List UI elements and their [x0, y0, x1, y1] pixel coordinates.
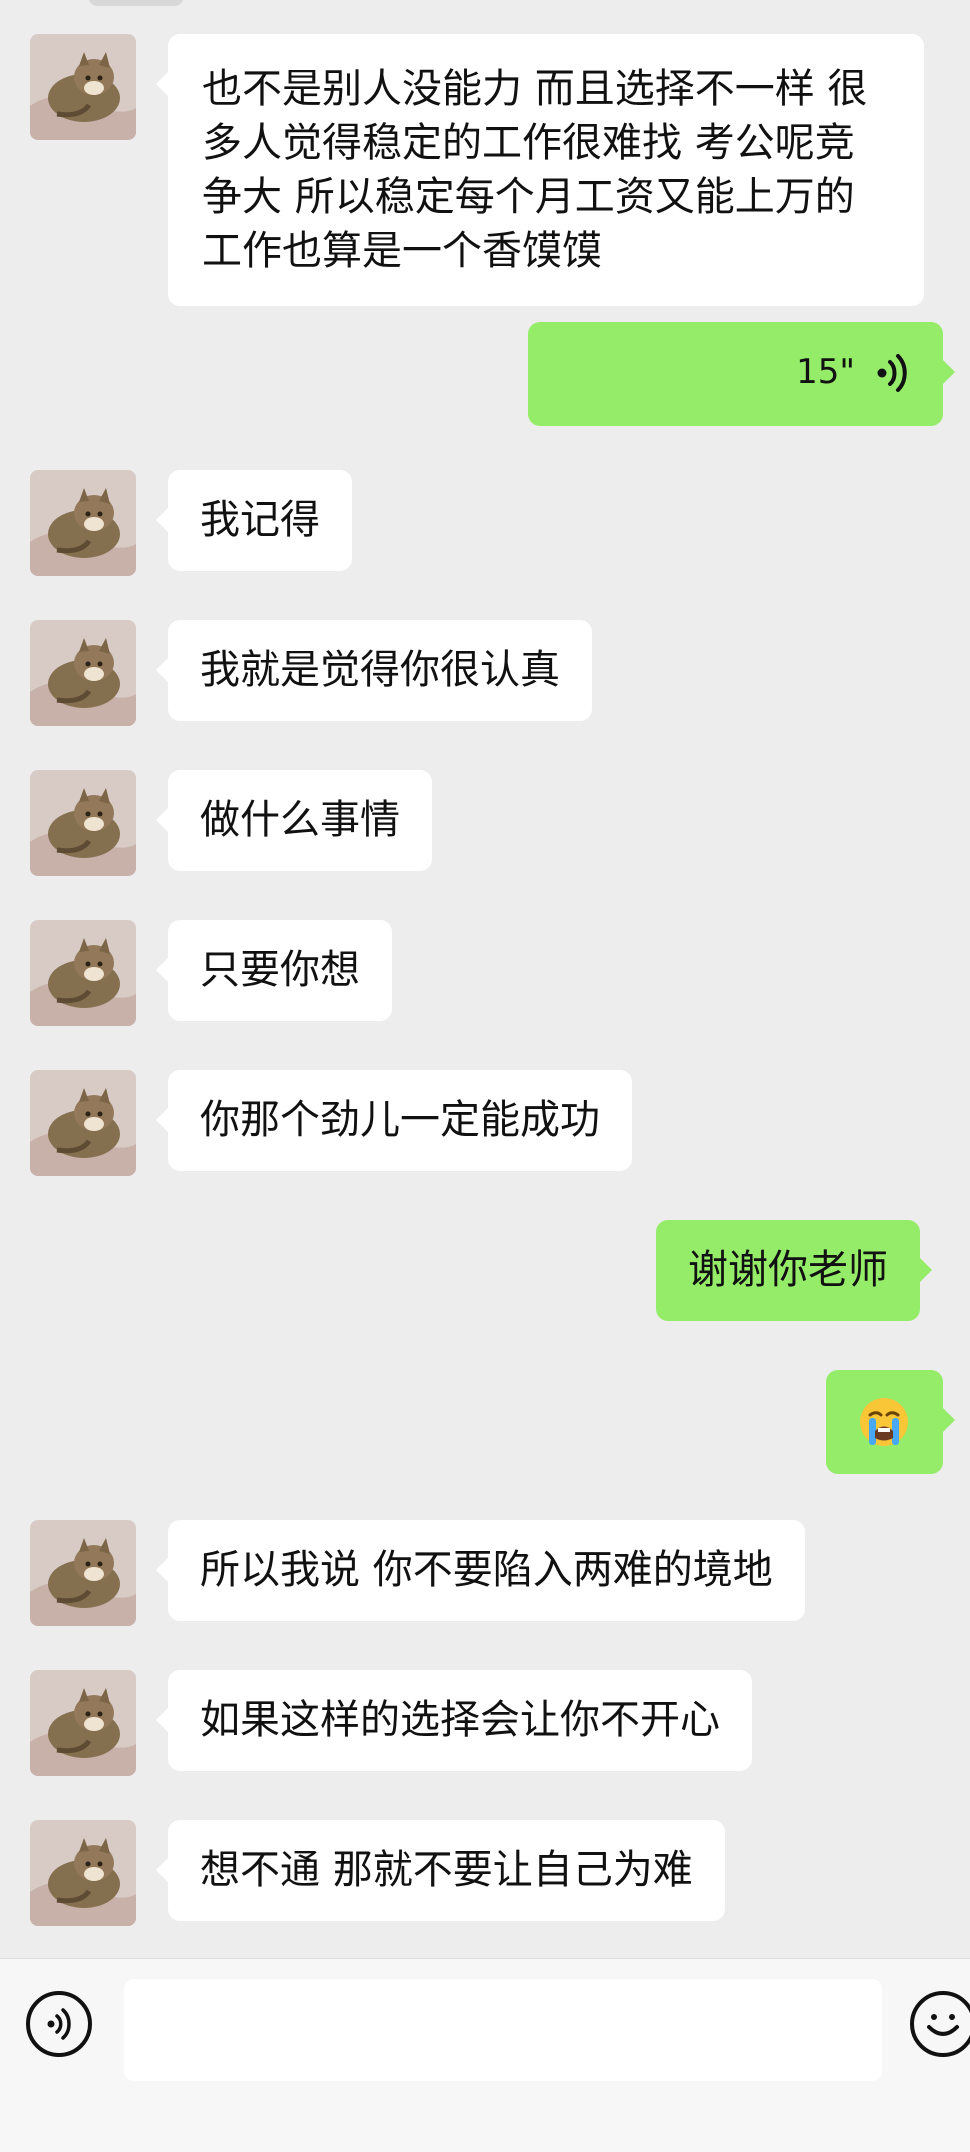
message-input[interactable]: [124, 1979, 882, 2081]
chat-history[interactable]: 也不是别人没能力 而且选择不一样 很多人觉得稳定的工作很难找 考公呢竞争大 所以…: [0, 0, 970, 1958]
voice-input-icon: [47, 2008, 71, 2040]
message-text: 我记得: [200, 497, 320, 543]
contact-avatar[interactable]: [30, 1070, 136, 1176]
contact-avatar[interactable]: [30, 1670, 136, 1776]
message-text: 我就是觉得你很认真: [200, 647, 560, 693]
incoming-message-bubble[interactable]: 做什么事情: [156, 770, 432, 871]
contact-avatar[interactable]: [30, 1520, 136, 1626]
loudly-crying-face-icon: [860, 1398, 908, 1446]
outgoing-emoji-message[interactable]: [826, 1370, 955, 1474]
top-scroll-hint: [88, 0, 184, 6]
incoming-message-bubble[interactable]: 我就是觉得你很认真: [156, 620, 592, 721]
voice-input-button[interactable]: [26, 1991, 92, 2057]
voice-wave-icon: [877, 353, 907, 392]
cat-avatar-image: [30, 1670, 136, 1776]
contact-avatar[interactable]: [30, 34, 136, 140]
outgoing-message-bubble[interactable]: 谢谢你老师: [656, 1220, 932, 1321]
incoming-message-bubble[interactable]: 我记得: [156, 470, 352, 571]
incoming-message-bubble[interactable]: 也不是别人没能力 而且选择不一样 很多人觉得稳定的工作很难找 考公呢竞争大 所以…: [156, 34, 924, 306]
contact-avatar[interactable]: [30, 470, 136, 576]
cat-avatar-image: [30, 34, 136, 140]
incoming-message-bubble[interactable]: 你那个劲儿一定能成功: [156, 1070, 632, 1171]
emoji-icon: [927, 2014, 959, 2036]
message-text: 想不通 那就不要让自己为难: [200, 1847, 693, 1893]
cat-avatar-image: [30, 920, 136, 1026]
incoming-message-bubble[interactable]: 只要你想: [156, 920, 392, 1021]
incoming-message-bubble[interactable]: 如果这样的选择会让你不开心: [156, 1670, 752, 1771]
voice-duration: 15": [796, 352, 855, 392]
cat-avatar-image: [30, 1520, 136, 1626]
message-input-bar: [0, 1958, 970, 2152]
message-text: 如果这样的选择会让你不开心: [200, 1697, 720, 1743]
message-text: 谢谢你老师: [688, 1247, 888, 1293]
incoming-message-bubble[interactable]: 所以我说 你不要陷入两难的境地: [156, 1520, 805, 1621]
cat-avatar-image: [30, 620, 136, 726]
contact-avatar[interactable]: [30, 770, 136, 876]
message-text: 你那个劲儿一定能成功: [200, 1097, 600, 1143]
message-text: 做什么事情: [200, 797, 400, 843]
message-text: 也不是别人没能力 而且选择不一样 很多人觉得稳定的工作很难找 考公呢竞争大 所以…: [202, 66, 868, 274]
emoji-button[interactable]: [910, 1991, 970, 2057]
contact-avatar[interactable]: [30, 620, 136, 726]
message-text: 只要你想: [200, 947, 360, 993]
cat-avatar-image: [30, 470, 136, 576]
cat-avatar-image: [30, 1820, 136, 1926]
message-text: 所以我说 你不要陷入两难的境地: [200, 1547, 773, 1593]
incoming-message-bubble[interactable]: 想不通 那就不要让自己为难: [156, 1820, 725, 1921]
cat-avatar-image: [30, 1070, 136, 1176]
contact-avatar[interactable]: [30, 920, 136, 1026]
cat-avatar-image: [30, 770, 136, 876]
outgoing-voice-message[interactable]: 15": [528, 322, 955, 426]
contact-avatar[interactable]: [30, 1820, 136, 1926]
